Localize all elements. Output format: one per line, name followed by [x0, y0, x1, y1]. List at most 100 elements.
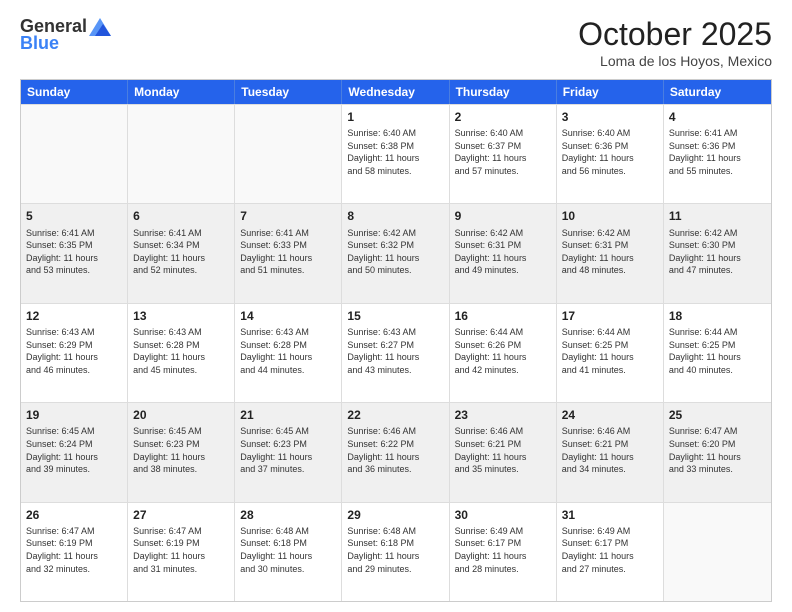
day-number: 19: [26, 407, 122, 423]
day-number: 18: [669, 308, 766, 324]
calendar-cell-r3-c4: 23 Sunrise: 6:46 AM Sunset: 6:21 PM Dayli…: [450, 403, 557, 501]
calendar-cell-r1-c6: 11Sunrise: 6:42 AM Sunset: 6:30 PM Dayli…: [664, 204, 771, 302]
day-number: 9: [455, 208, 551, 224]
day-number: 16: [455, 308, 551, 324]
weekday-friday: Friday: [557, 80, 664, 104]
day-number: 15: [347, 308, 443, 324]
header: General Blue October 2025 Loma de los Ho…: [20, 16, 772, 69]
calendar-cell-r1-c2: 7Sunrise: 6:41 AM Sunset: 6:33 PM Daylig…: [235, 204, 342, 302]
calendar-cell-r3-c0: 19 Sunrise: 6:45 AM Sunset: 6:24 PM Dayli…: [21, 403, 128, 501]
cell-text: Sunrise: 6:49 AM Sunset: 6:17 PM Dayligh…: [562, 525, 658, 575]
calendar-row-3: 19 Sunrise: 6:45 AM Sunset: 6:24 PM Dayli…: [21, 402, 771, 501]
day-number: 2: [455, 109, 551, 125]
day-number: 4: [669, 109, 766, 125]
cell-text: Sunrise: 6:43 AM Sunset: 6:28 PM Dayligh…: [133, 326, 229, 376]
logo-blue: Blue: [20, 33, 59, 54]
calendar-cell-r1-c5: 10 Sunrise: 6:42 AM Sunset: 6:31 PM Dayli…: [557, 204, 664, 302]
day-number: 22: [347, 407, 443, 423]
cell-text: Sunrise: 6:46 AM Sunset: 6:21 PM Dayligh…: [562, 425, 658, 475]
day-number: 11: [669, 208, 766, 224]
calendar-cell-r4-c3: 29 Sunrise: 6:48 AM Sunset: 6:18 PM Dayli…: [342, 503, 449, 601]
cell-text: Sunrise: 6:45 AM Sunset: 6:23 PM Dayligh…: [133, 425, 229, 475]
day-number: 23: [455, 407, 551, 423]
cell-text: Sunrise: 6:45 AM Sunset: 6:24 PM Dayligh…: [26, 425, 122, 475]
day-number: 13: [133, 308, 229, 324]
calendar-cell-r4-c0: 26 Sunrise: 6:47 AM Sunset: 6:19 PM Dayli…: [21, 503, 128, 601]
calendar-cell-r2-c4: 16Sunrise: 6:44 AM Sunset: 6:26 PM Dayli…: [450, 304, 557, 402]
calendar-cell-r4-c5: 31 Sunrise: 6:49 AM Sunset: 6:17 PM Dayli…: [557, 503, 664, 601]
calendar-cell-r4-c4: 30 Sunrise: 6:49 AM Sunset: 6:17 PM Dayli…: [450, 503, 557, 601]
day-number: 12: [26, 308, 122, 324]
weekday-monday: Monday: [128, 80, 235, 104]
calendar-cell-r4-c1: 27Sunrise: 6:47 AM Sunset: 6:19 PM Dayli…: [128, 503, 235, 601]
calendar-row-0: 1 Sunrise: 6:40 AM Sunset: 6:38 PM Daylig…: [21, 104, 771, 203]
weekday-wednesday: Wednesday: [342, 80, 449, 104]
day-number: 10: [562, 208, 658, 224]
cell-text: Sunrise: 6:47 AM Sunset: 6:19 PM Dayligh…: [26, 525, 122, 575]
calendar-cell-r0-c0: [21, 105, 128, 203]
cell-text: Sunrise: 6:45 AM Sunset: 6:23 PM Dayligh…: [240, 425, 336, 475]
calendar-cell-r2-c2: 14 Sunrise: 6:43 AM Sunset: 6:28 PM Dayli…: [235, 304, 342, 402]
cell-text: Sunrise: 6:41 AM Sunset: 6:35 PM Dayligh…: [26, 227, 122, 277]
day-number: 20: [133, 407, 229, 423]
calendar-cell-r2-c3: 15 Sunrise: 6:43 AM Sunset: 6:27 PM Dayli…: [342, 304, 449, 402]
cell-text: Sunrise: 6:42 AM Sunset: 6:31 PM Dayligh…: [562, 227, 658, 277]
logo-icon: [89, 18, 111, 36]
cell-text: Sunrise: 6:46 AM Sunset: 6:21 PM Dayligh…: [455, 425, 551, 475]
calendar-cell-r3-c6: 25Sunrise: 6:47 AM Sunset: 6:20 PM Dayli…: [664, 403, 771, 501]
page: General Blue October 2025 Loma de los Ho…: [0, 0, 792, 612]
day-number: 30: [455, 507, 551, 523]
cell-text: Sunrise: 6:43 AM Sunset: 6:27 PM Dayligh…: [347, 326, 443, 376]
day-number: 21: [240, 407, 336, 423]
cell-text: Sunrise: 6:41 AM Sunset: 6:34 PM Dayligh…: [133, 227, 229, 277]
calendar-cell-r0-c4: 2Sunrise: 6:40 AM Sunset: 6:37 PM Daylig…: [450, 105, 557, 203]
calendar-cell-r2-c6: 18 Sunrise: 6:44 AM Sunset: 6:25 PM Dayli…: [664, 304, 771, 402]
day-number: 24: [562, 407, 658, 423]
logo: General Blue: [20, 16, 111, 54]
calendar-cell-r2-c5: 17 Sunrise: 6:44 AM Sunset: 6:25 PM Dayli…: [557, 304, 664, 402]
calendar-cell-r2-c0: 12 Sunrise: 6:43 AM Sunset: 6:29 PM Dayli…: [21, 304, 128, 402]
calendar-cell-r0-c2: [235, 105, 342, 203]
calendar-cell-r1-c4: 9 Sunrise: 6:42 AM Sunset: 6:31 PM Daylig…: [450, 204, 557, 302]
day-number: 5: [26, 208, 122, 224]
cell-text: Sunrise: 6:41 AM Sunset: 6:36 PM Dayligh…: [669, 127, 766, 177]
day-number: 27: [133, 507, 229, 523]
calendar-cell-r0-c5: 3Sunrise: 6:40 AM Sunset: 6:36 PM Daylig…: [557, 105, 664, 203]
cell-text: Sunrise: 6:42 AM Sunset: 6:32 PM Dayligh…: [347, 227, 443, 277]
calendar-cell-r3-c1: 20 Sunrise: 6:45 AM Sunset: 6:23 PM Dayli…: [128, 403, 235, 501]
calendar-row-1: 5 Sunrise: 6:41 AM Sunset: 6:35 PM Daylig…: [21, 203, 771, 302]
cell-text: Sunrise: 6:44 AM Sunset: 6:25 PM Dayligh…: [669, 326, 766, 376]
calendar-row-4: 26 Sunrise: 6:47 AM Sunset: 6:19 PM Dayli…: [21, 502, 771, 601]
day-number: 17: [562, 308, 658, 324]
calendar-cell-r1-c3: 8Sunrise: 6:42 AM Sunset: 6:32 PM Daylig…: [342, 204, 449, 302]
cell-text: Sunrise: 6:42 AM Sunset: 6:31 PM Dayligh…: [455, 227, 551, 277]
weekday-saturday: Saturday: [664, 80, 771, 104]
calendar-cell-r4-c2: 28Sunrise: 6:48 AM Sunset: 6:18 PM Dayli…: [235, 503, 342, 601]
cell-text: Sunrise: 6:46 AM Sunset: 6:22 PM Dayligh…: [347, 425, 443, 475]
cell-text: Sunrise: 6:48 AM Sunset: 6:18 PM Dayligh…: [347, 525, 443, 575]
cell-text: Sunrise: 6:43 AM Sunset: 6:29 PM Dayligh…: [26, 326, 122, 376]
day-number: 29: [347, 507, 443, 523]
calendar-cell-r0-c3: 1 Sunrise: 6:40 AM Sunset: 6:38 PM Daylig…: [342, 105, 449, 203]
day-number: 1: [347, 109, 443, 125]
day-number: 14: [240, 308, 336, 324]
calendar-cell-r1-c1: 6 Sunrise: 6:41 AM Sunset: 6:34 PM Daylig…: [128, 204, 235, 302]
day-number: 31: [562, 507, 658, 523]
calendar-cell-r2-c1: 13 Sunrise: 6:43 AM Sunset: 6:28 PM Dayli…: [128, 304, 235, 402]
cell-text: Sunrise: 6:43 AM Sunset: 6:28 PM Dayligh…: [240, 326, 336, 376]
month-title: October 2025: [578, 16, 772, 53]
calendar-row-2: 12 Sunrise: 6:43 AM Sunset: 6:29 PM Dayli…: [21, 303, 771, 402]
day-number: 26: [26, 507, 122, 523]
cell-text: Sunrise: 6:44 AM Sunset: 6:25 PM Dayligh…: [562, 326, 658, 376]
calendar-cell-r0-c1: [128, 105, 235, 203]
cell-text: Sunrise: 6:40 AM Sunset: 6:38 PM Dayligh…: [347, 127, 443, 177]
day-number: 28: [240, 507, 336, 523]
calendar-cell-r3-c3: 22 Sunrise: 6:46 AM Sunset: 6:22 PM Dayli…: [342, 403, 449, 501]
calendar: Sunday Monday Tuesday Wednesday Thursday…: [20, 79, 772, 602]
calendar-header: Sunday Monday Tuesday Wednesday Thursday…: [21, 80, 771, 104]
title-block: October 2025 Loma de los Hoyos, Mexico: [578, 16, 772, 69]
day-number: 6: [133, 208, 229, 224]
cell-text: Sunrise: 6:49 AM Sunset: 6:17 PM Dayligh…: [455, 525, 551, 575]
calendar-cell-r3-c2: 21 Sunrise: 6:45 AM Sunset: 6:23 PM Dayli…: [235, 403, 342, 501]
calendar-cell-r1-c0: 5 Sunrise: 6:41 AM Sunset: 6:35 PM Daylig…: [21, 204, 128, 302]
